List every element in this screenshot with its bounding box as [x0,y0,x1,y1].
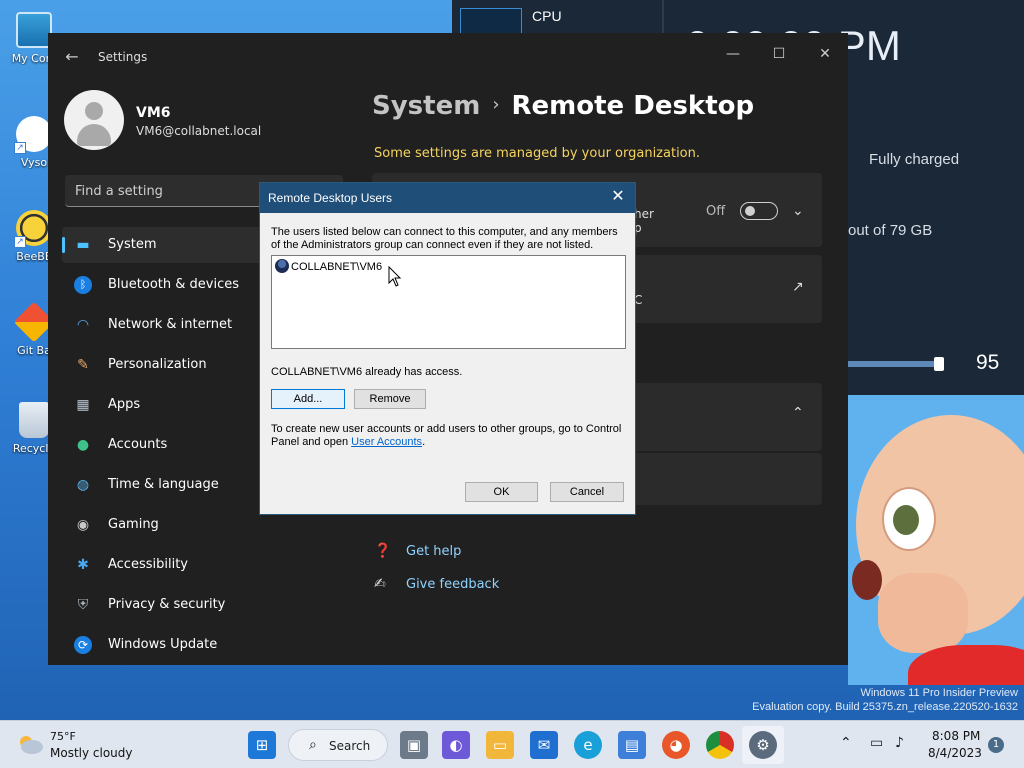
cpu-label: CPU [532,8,562,24]
wifi-icon: ◠ [76,317,90,333]
mail-icon[interactable]: ✉ [530,731,558,759]
remove-button[interactable]: Remove [354,389,426,409]
file-explorer-icon[interactable]: ▭ [486,731,514,759]
update-icon: ⟳ [74,636,92,654]
dialog-title: Remote Desktop Users [268,191,393,205]
user-name: VM6 [136,105,171,121]
get-help-link[interactable]: ❓ Get help [374,543,461,559]
shortcut-arrow-icon: ↗ [14,236,26,248]
battery-status: Fully charged [869,151,960,168]
org-managed-message: Some settings are managed by your organi… [374,146,701,161]
breadcrumb: System › Remote Desktop [372,91,754,121]
list-item[interactable]: COLLABNET\VM6 [275,259,382,275]
windows-watermark: Windows 11 Pro Insider Preview Evaluatio… [752,687,1018,713]
recycle-bin-icon [19,402,49,438]
remote-desktop-toggle[interactable] [740,202,778,220]
title-bar[interactable]: ← Settings — ☐ ✕ [48,33,848,81]
network-icon[interactable]: ▭ [870,735,883,751]
open-external-icon[interactable]: ↗ [792,279,804,295]
settings-gear-icon[interactable]: ⚙ [749,731,777,759]
firefox-icon[interactable]: ◕ [662,731,690,759]
dialog-title-bar[interactable]: Remote Desktop Users ✕ [260,183,635,213]
user-accounts-link[interactable]: User Accounts [351,436,422,448]
volume-value: 95 [976,351,1000,374]
notification-badge[interactable]: 1 [988,737,1004,753]
edge-icon[interactable]: e [574,731,602,759]
feedback-icon: ✍ [374,576,386,592]
taskbar-search[interactable]: ⌕ Search [288,729,388,761]
cloud-sun-icon[interactable] [16,733,44,755]
chevron-right-icon: › [492,94,500,115]
users-list[interactable]: COLLABNET\VM6 [271,255,626,349]
remote-desktop-users-dialog: Remote Desktop Users ✕ The users listed … [259,182,636,515]
user-icon [275,259,289,273]
taskbar-date[interactable]: 8/4/2023 [928,746,982,760]
computer-icon [16,12,52,48]
give-feedback-link[interactable]: ✍ Give feedback [374,576,499,592]
chevron-down-icon[interactable]: ⌄ [792,203,804,219]
toggle-state-label: Off [706,204,726,219]
character-mouth [852,560,882,600]
windows-start-icon[interactable]: ⊞ [248,731,276,759]
speaker-icon[interactable]: ♪ [895,735,904,751]
bee-icon: ↗ [14,210,52,248]
dialog-description: The users listed below can connect to th… [271,226,618,251]
add-button[interactable]: Add... [271,389,345,409]
taskbar: 75°F Mostly cloudy ⊞ ⌕ Search ▣ ◐ ▭ ✉ e … [0,720,1024,768]
character-hand [878,573,968,653]
chrome-icon[interactable] [706,731,734,759]
volume-knob[interactable] [934,357,944,371]
wallpaper-character [848,395,1024,685]
task-view-icon[interactable]: ▣ [400,731,428,759]
vysor-icon: ↗ [14,116,52,154]
nav-item-privacy[interactable]: ⛨ Privacy & security [62,587,346,623]
store-icon[interactable]: ▤ [618,731,646,759]
access-message: COLLABNET\VM6 already has access. [271,366,463,378]
back-arrow-icon[interactable]: ← [62,47,82,67]
help-icon: ❓ [374,543,392,559]
accessibility-icon: ✱ [77,557,89,573]
page-title: Remote Desktop [511,91,755,121]
person-icon: ● [76,437,90,453]
nav-item-accessibility[interactable]: ✱ Accessibility [62,547,346,583]
apps-icon: ▦ [76,397,90,413]
brush-icon: ✎ [77,357,89,373]
bluetooth-icon: ᛒ [74,276,92,294]
avatar[interactable] [64,90,124,150]
shortcut-arrow-icon: ↗ [14,142,26,154]
weather-description[interactable]: Mostly cloudy [50,746,133,760]
chevron-up-icon[interactable]: ⌃ [840,735,852,751]
window-title: Settings [98,50,148,64]
close-button[interactable]: ✕ [802,39,848,69]
nav-item-windows-update[interactable]: ⟳ Windows Update [62,627,346,663]
chat-icon[interactable]: ◐ [442,731,470,759]
character-pupil [893,505,919,535]
cancel-button[interactable]: Cancel [550,482,624,502]
storage-status: out of 79 GB [848,222,933,239]
monitor-icon: ▬ [76,237,90,253]
user-email: VM6@collabnet.local [136,124,262,138]
minimize-button[interactable]: — [710,39,756,69]
shield-icon: ⛨ [77,597,89,613]
weather-temperature[interactable]: 75°F [50,730,76,743]
dialog-close-button[interactable]: ✕ [609,188,627,206]
maximize-button[interactable]: ☐ [756,39,802,69]
gamepad-icon: ◉ [76,517,90,533]
chevron-up-icon[interactable]: ⌃ [792,405,804,421]
globe-clock-icon: ◍ [76,477,90,493]
ok-button[interactable]: OK [465,482,538,502]
dialog-info: To create new user accounts or add users… [271,423,622,448]
volume-bar [848,361,944,367]
search-icon: ⌕ [309,737,317,753]
breadcrumb-parent[interactable]: System [372,91,480,121]
mouse-cursor-icon [388,266,402,287]
taskbar-time[interactable]: 8:08 PM [932,729,980,743]
